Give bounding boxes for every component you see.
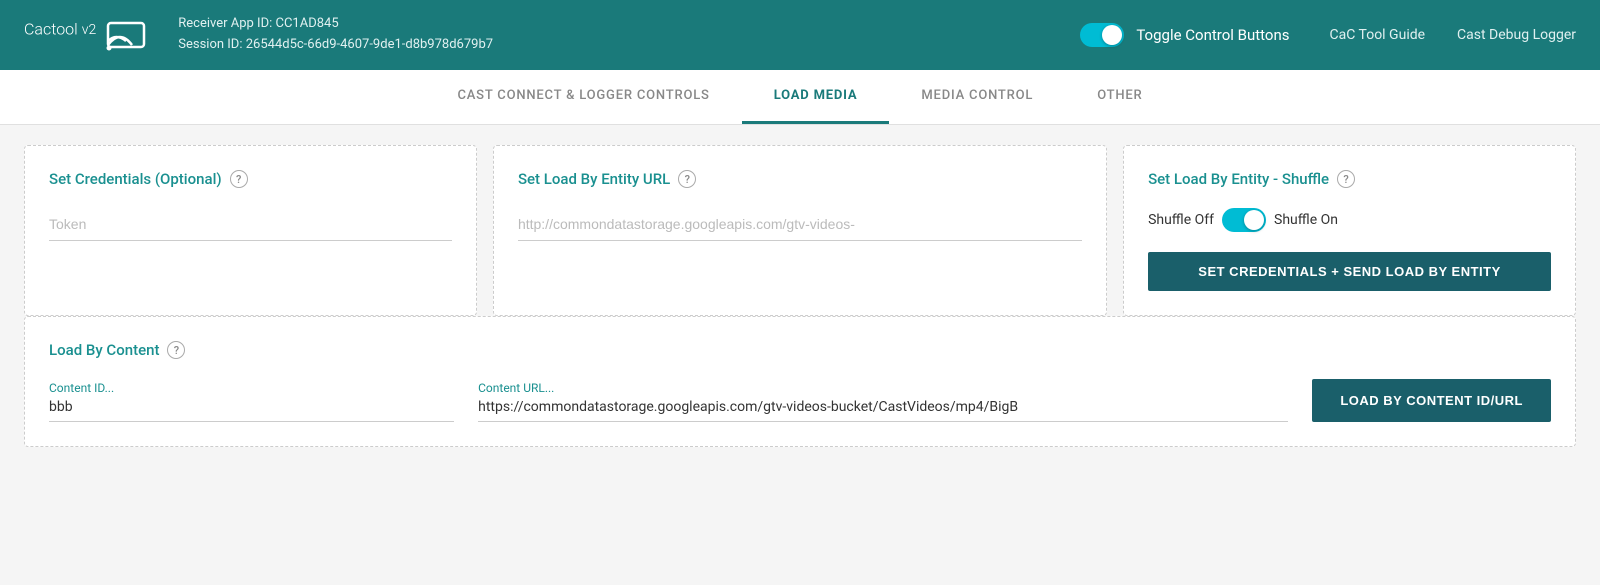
tab-other[interactable]: OTHER — [1065, 70, 1174, 124]
toggle-control-label: Toggle Control Buttons — [1136, 26, 1289, 44]
logo-version: v2 — [82, 22, 97, 38]
header-info: Receiver App ID: CC1AD845 Session ID: 26… — [178, 14, 1080, 56]
top-card-row: Set Credentials (Optional) ? Set Load By… — [24, 145, 1576, 316]
app-header: Cactoolv2 Receiver App ID: CC1AD845 Sess… — [0, 0, 1600, 70]
main-content: Set Credentials (Optional) ? Set Load By… — [0, 125, 1600, 467]
tab-load-media[interactable]: LOAD MEDIA — [742, 70, 890, 124]
credentials-help-icon[interactable]: ? — [230, 170, 248, 188]
entity-url-title-text: Set Load By Entity URL — [518, 170, 670, 188]
logo: Cactoolv2 — [24, 19, 146, 52]
session-id: Session ID: 26544d5c-66d9-4607-9de1-d8b9… — [178, 35, 1080, 56]
credentials-card: Set Credentials (Optional) ? — [24, 145, 477, 316]
entity-url-help-icon[interactable]: ? — [678, 170, 696, 188]
shuffle-help-icon[interactable]: ? — [1337, 170, 1355, 188]
content-id-value[interactable]: bbb — [49, 399, 454, 422]
receiver-app-id: Receiver App ID: CC1AD845 — [178, 14, 1080, 35]
load-by-content-help-icon[interactable]: ? — [167, 341, 185, 359]
content-id-label: Content ID... — [49, 381, 454, 395]
nav-logger-link[interactable]: Cast Debug Logger — [1457, 27, 1576, 43]
cast-icon — [106, 19, 146, 51]
toggle-control-section: Toggle Control Buttons — [1080, 23, 1289, 47]
content-url-label: Content URL... — [478, 381, 1288, 395]
shuffle-off-label: Shuffle Off — [1148, 212, 1214, 228]
content-id-field: Content ID... bbb — [49, 381, 454, 422]
credentials-title: Set Credentials (Optional) ? — [49, 170, 452, 188]
token-input[interactable] — [49, 208, 452, 241]
shuffle-title: Set Load By Entity - Shuffle ? — [1148, 170, 1551, 188]
shuffle-card: Set Load By Entity - Shuffle ? Shuffle O… — [1123, 145, 1576, 316]
credentials-title-text: Set Credentials (Optional) — [49, 170, 222, 188]
entity-url-title: Set Load By Entity URL ? — [518, 170, 1082, 188]
entity-url-card: Set Load By Entity URL ? — [493, 145, 1107, 316]
load-by-content-fields: Content ID... bbb Content URL... https:/… — [49, 379, 1551, 422]
load-by-content-title: Load By Content ? — [49, 341, 1551, 359]
entity-url-input[interactable] — [518, 208, 1082, 241]
tabs-container: CAST CONNECT & LOGGER CONTROLS LOAD MEDI… — [0, 70, 1600, 125]
header-nav: CaC Tool Guide Cast Debug Logger — [1330, 27, 1577, 43]
tab-cast-connect[interactable]: CAST CONNECT & LOGGER CONTROLS — [425, 70, 741, 124]
load-by-content-title-text: Load By Content — [49, 341, 159, 359]
toggle-control-buttons[interactable] — [1080, 23, 1124, 47]
shuffle-toggle[interactable] — [1222, 208, 1266, 232]
shuffle-toggle-row: Shuffle Off Shuffle On — [1148, 208, 1551, 232]
content-url-field: Content URL... https://commondatastorage… — [478, 381, 1288, 422]
nav-guide-link[interactable]: CaC Tool Guide — [1330, 27, 1426, 43]
tab-media-control[interactable]: MEDIA CONTROL — [889, 70, 1065, 124]
set-credentials-send-load-button[interactable]: SET CREDENTIALS + SEND LOAD BY ENTITY — [1148, 252, 1551, 291]
logo-text: Cactoolv2 — [24, 19, 96, 52]
shuffle-title-text: Set Load By Entity - Shuffle — [1148, 170, 1329, 188]
logo-wordmark: Cactool — [24, 19, 78, 38]
shuffle-on-label: Shuffle On — [1274, 212, 1338, 228]
load-by-content-card: Load By Content ? Content ID... bbb Cont… — [24, 316, 1576, 447]
content-url-value[interactable]: https://commondatastorage.googleapis.com… — [478, 399, 1288, 422]
load-by-content-button[interactable]: LOAD BY CONTENT ID/URL — [1312, 379, 1551, 422]
